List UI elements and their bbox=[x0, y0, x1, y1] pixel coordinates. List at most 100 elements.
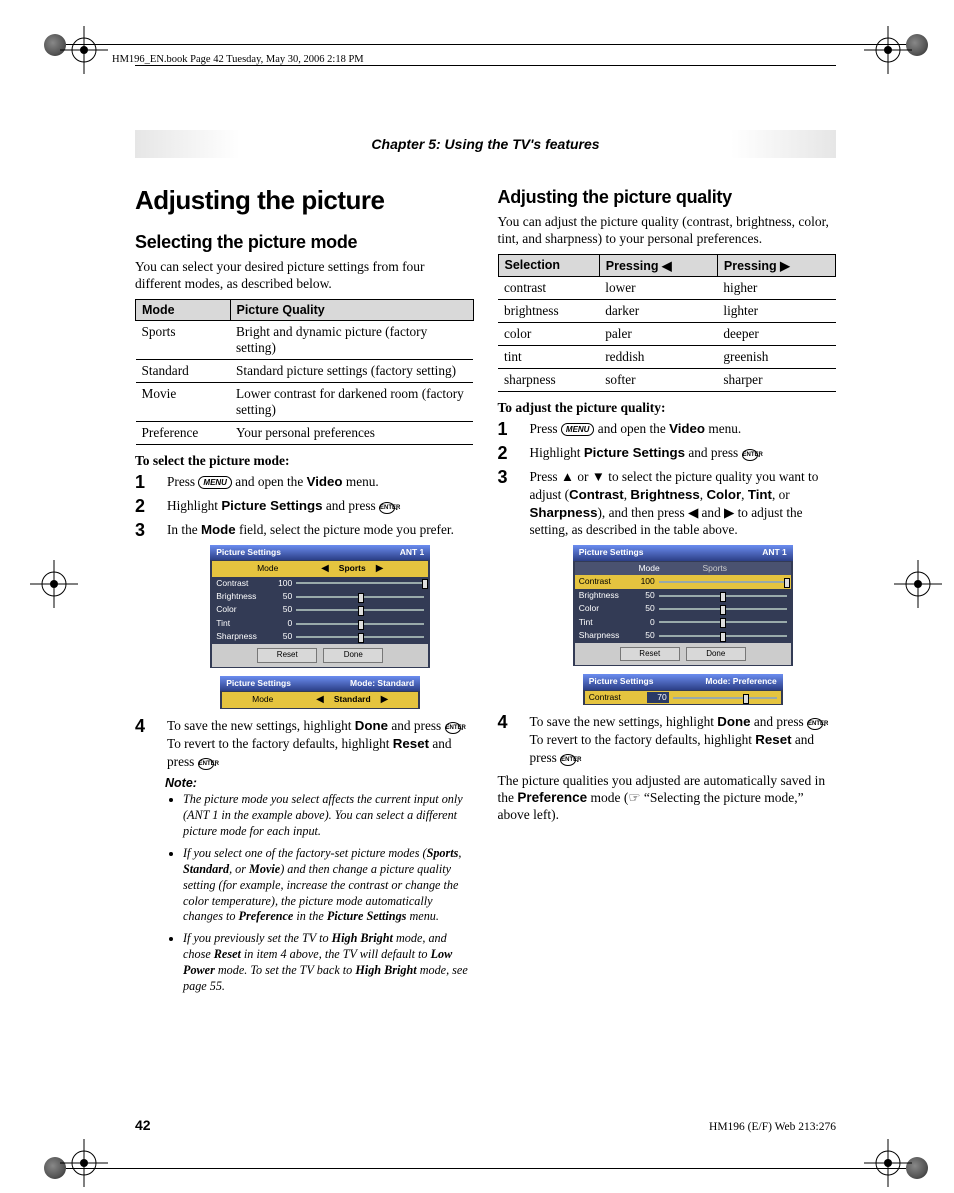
osd-value: 50 bbox=[274, 591, 292, 602]
right-arrow-icon: ▶ bbox=[381, 693, 389, 707]
cell: brightness bbox=[498, 299, 599, 322]
th-quality: Picture Quality bbox=[230, 299, 473, 320]
osd-value: 50 bbox=[274, 631, 292, 642]
th-press-right: Pressing ▶ bbox=[717, 254, 835, 276]
menu-button-icon: MENU bbox=[198, 476, 232, 489]
note-item: If you select one of the factory-set pic… bbox=[183, 846, 474, 925]
osd-contrast-strip: Picture Settings Mode: Preference Contra… bbox=[583, 674, 783, 705]
step-4: To save the new settings, highlight Done… bbox=[498, 713, 837, 767]
text: Reset bbox=[755, 732, 791, 747]
text: If you select one of the factory-set pic… bbox=[183, 846, 427, 860]
cell: darker bbox=[599, 299, 717, 322]
steps-list: Press MENU and open the Video menu. High… bbox=[498, 420, 837, 767]
osd-subtitle: Mode: Preference bbox=[705, 676, 776, 687]
osd-value: 0 bbox=[274, 618, 292, 629]
cell: Sports bbox=[136, 320, 231, 359]
cell: Standard bbox=[136, 359, 231, 382]
osd-slider-row: Brightness50 bbox=[575, 589, 791, 602]
text: High Bright bbox=[332, 931, 393, 945]
intro-text: You can adjust the picture quality (cont… bbox=[498, 214, 837, 248]
chapter-banner: Chapter 5: Using the TV's features bbox=[135, 130, 836, 158]
osd-label: Color bbox=[579, 603, 633, 614]
osd-slider bbox=[296, 609, 424, 611]
osd-slider-row: Tint0 bbox=[575, 616, 791, 629]
text: Tint bbox=[748, 487, 772, 502]
text: To save the new settings, highlight bbox=[167, 718, 355, 733]
cell: tint bbox=[498, 345, 599, 368]
text: Standard bbox=[183, 862, 229, 876]
text: . bbox=[758, 445, 761, 460]
heading-adjust-quality: Adjusting the picture quality bbox=[498, 187, 837, 208]
running-header: HM196_EN.book Page 42 Tuesday, May 30, 2… bbox=[112, 54, 364, 65]
heading-adjusting-picture: Adjusting the picture bbox=[135, 185, 474, 216]
text: , bbox=[741, 487, 748, 502]
osd-label: Contrast bbox=[216, 578, 270, 589]
osd-mode-strip: Picture Settings Mode: Standard Mode ◀ S… bbox=[220, 676, 420, 709]
osd-mode-value: Standard bbox=[334, 694, 371, 705]
osd-slider-row: Tint 0 bbox=[212, 617, 428, 630]
osd-value: 70 bbox=[647, 692, 669, 703]
note-item: The picture mode you select affects the … bbox=[183, 792, 474, 840]
osd-slider-row: Color50 bbox=[575, 602, 791, 615]
osd-mode-value: Sports bbox=[339, 563, 366, 574]
osd-label: Brightness bbox=[579, 590, 633, 601]
osd-slider-row: Brightness50 bbox=[212, 590, 428, 603]
osd-slider bbox=[659, 635, 787, 637]
text: Color bbox=[706, 487, 741, 502]
osd-slider-row: Contrast100 bbox=[212, 577, 428, 590]
osd-value: 50 bbox=[274, 604, 292, 615]
osd-contrast-row: Contrast 70 bbox=[585, 691, 781, 704]
cell: greenish bbox=[717, 345, 835, 368]
osd-value: 100 bbox=[637, 576, 655, 587]
left-column: Adjusting the picture Selecting the pict… bbox=[135, 185, 474, 1001]
enter-button-icon: ENTER bbox=[807, 718, 823, 730]
osd-slider-row: Sharpness50 bbox=[575, 629, 791, 642]
osd-label: Tint bbox=[579, 617, 633, 628]
text: menu. bbox=[343, 474, 379, 489]
text: and open the bbox=[232, 474, 307, 489]
cell: color bbox=[498, 322, 599, 345]
osd-reset-button: Reset bbox=[257, 648, 317, 663]
note-heading: Note: bbox=[165, 776, 474, 790]
step-1: Press MENU and open the Video menu. bbox=[135, 473, 474, 491]
crop-line bbox=[66, 44, 906, 45]
text: Preference bbox=[239, 909, 294, 923]
tail-paragraph: The picture qualities you adjusted are a… bbox=[498, 773, 837, 824]
registration-mark bbox=[60, 26, 108, 74]
osd-slider bbox=[296, 582, 424, 584]
osd-label: Tint bbox=[216, 618, 270, 629]
step-4: To save the new settings, highlight Done… bbox=[135, 717, 474, 771]
osd-title: Picture Settings bbox=[226, 678, 291, 689]
text: Sharpness bbox=[530, 505, 598, 520]
cell: Movie bbox=[136, 382, 231, 421]
text: Video bbox=[307, 474, 343, 489]
text: . bbox=[395, 498, 398, 513]
left-arrow-icon: ◀ bbox=[321, 562, 329, 576]
registration-mark bbox=[894, 560, 942, 608]
heading-selecting-mode: Selecting the picture mode bbox=[135, 232, 474, 253]
cell: softer bbox=[599, 368, 717, 391]
procedure-title: To adjust the picture quality: bbox=[498, 400, 837, 416]
osd-label: Contrast bbox=[579, 576, 633, 587]
text: Preference bbox=[517, 790, 587, 805]
text: menu. bbox=[406, 909, 439, 923]
text: Brightness bbox=[630, 487, 699, 502]
osd-title: Picture Settings bbox=[216, 547, 281, 558]
mode-table: Mode Picture Quality SportsBright and dy… bbox=[135, 299, 474, 445]
osd-slider bbox=[659, 595, 787, 597]
cell: deeper bbox=[717, 322, 835, 345]
th-mode: Mode bbox=[136, 299, 231, 320]
osd-value: 50 bbox=[637, 630, 655, 641]
text: In the bbox=[167, 522, 201, 537]
osd-title: Picture Settings bbox=[589, 676, 654, 687]
selection-table: Selection Pressing ◀ Pressing ▶ contrast… bbox=[498, 254, 837, 392]
osd-slider bbox=[659, 581, 787, 583]
footer-right: HM196 (E/F) Web 213:276 bbox=[709, 1121, 836, 1133]
osd-input: ANT 1 bbox=[762, 547, 787, 558]
page-number: 42 bbox=[135, 1117, 151, 1133]
osd-slider bbox=[659, 608, 787, 610]
cell: Bright and dynamic picture (factory sett… bbox=[230, 320, 473, 359]
osd-label: Mode bbox=[257, 563, 311, 574]
text: Mode bbox=[201, 522, 236, 537]
osd-input: ANT 1 bbox=[400, 547, 425, 558]
